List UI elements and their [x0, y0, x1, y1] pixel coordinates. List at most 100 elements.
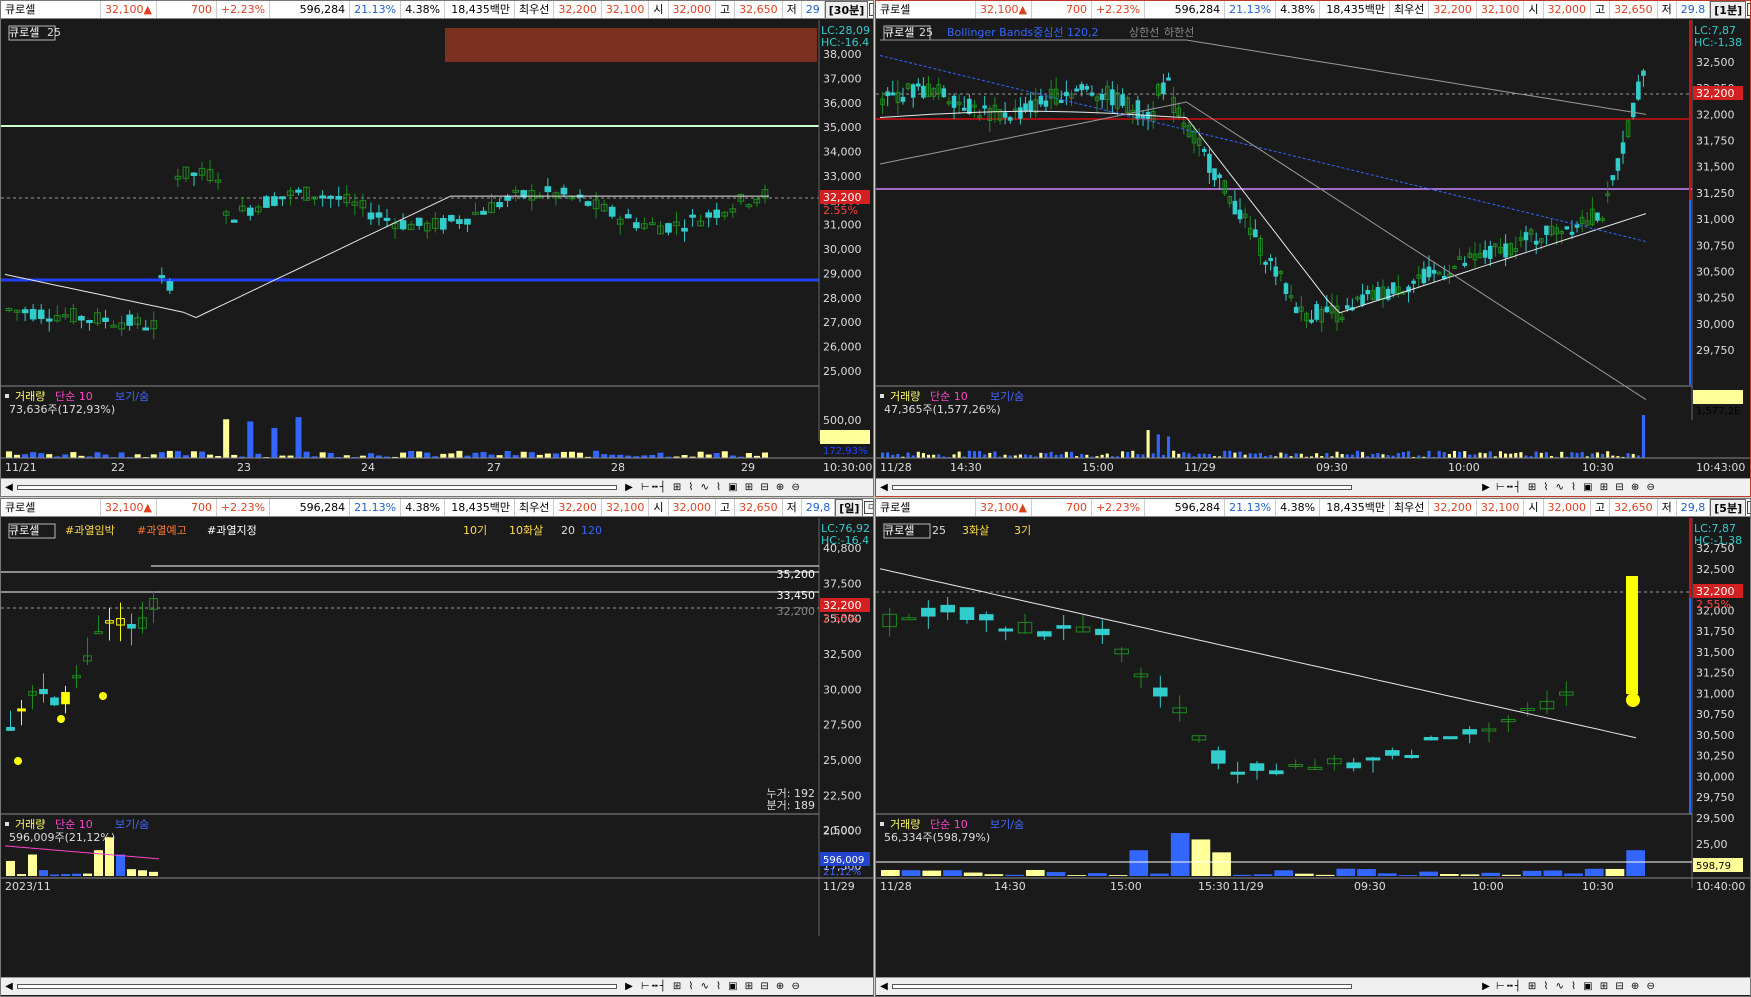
volume-bar [1463, 451, 1467, 458]
price-axis-label: 27,000 [823, 316, 862, 329]
volume-bar [480, 451, 487, 458]
scroll-right-icon[interactable]: ▶ [623, 980, 635, 993]
candle-body [1120, 94, 1125, 106]
volume-bar [1232, 874, 1252, 876]
chart-scrollbar[interactable]: ◀ ▶ ⊢╍┤ ⊞ ⌇ ∿ ⌇ ▣ ⊞ ⊟ ⊕ ⊖ [876, 977, 1750, 995]
volume-bar [1166, 436, 1171, 458]
price-axis-label: 32,750 [1696, 542, 1735, 555]
timeframe-label[interactable]: [일] [835, 499, 864, 516]
candle-body [383, 217, 391, 221]
volume-bar [1253, 453, 1257, 458]
price-axis-label: 29,750 [1696, 791, 1735, 804]
volume-bar [456, 450, 463, 458]
volume-bar [38, 453, 45, 458]
stock-name[interactable]: 큐로셀 [876, 1, 976, 18]
scroll-left-icon[interactable]: ◀ [878, 481, 890, 494]
candle-body [1099, 93, 1105, 100]
price-chart-30min[interactable]: 큐로셀 25 LC:28,09HC:-16.438,00037,00036,0003… [1, 20, 873, 477]
candle-body [1404, 754, 1419, 758]
price-chart-5min[interactable]: 큐로셀 25 3화살 3기 LC:7,87HC:-1,3832,75032,50032,… [876, 518, 1750, 978]
scroll-track[interactable] [892, 984, 1352, 989]
chart-scrollbar[interactable]: ◀ ▶ ⊢╍┤ ⊞ ⌇ ∿ ⌇ ▣ ⊞ ⊟ ⊕ ⊖ [1, 478, 873, 496]
candle-body [1385, 750, 1400, 756]
volume-bar [1141, 454, 1145, 458]
legend-item: 큐로셀 [884, 26, 914, 39]
volume-bar [1398, 875, 1418, 876]
scroll-left-icon[interactable]: ◀ [3, 481, 15, 494]
low-price: 29,8 [802, 499, 836, 516]
volume-bar [149, 871, 158, 876]
volume-tag [820, 430, 870, 444]
candle-body [1314, 304, 1319, 320]
volume-bar [116, 854, 125, 876]
volume-bar [223, 419, 230, 458]
volume-bar [72, 873, 81, 876]
scroll-left-icon[interactable]: ◀ [878, 980, 890, 993]
candle-body [50, 697, 59, 706]
price-chart-daily[interactable]: 큐로셀 #과열임박 #과열예고 #과열지정 10기 10화살 20 120 LC:76,92HC… [1, 518, 873, 978]
chart-toolbar[interactable]: ⊢╍┤ ⊞ ⌇ ∿ ⌇ ▣ ⊞ ⊟ ⊕ ⊖ [1496, 980, 1657, 993]
time-axis-label: 27 [487, 461, 501, 474]
timeframe-label[interactable]: [30분] [824, 1, 869, 18]
candle-body [1390, 282, 1396, 294]
volume-bar [1478, 452, 1482, 458]
candle-body [464, 218, 471, 225]
timeframe-label[interactable]: [1분] [1710, 1, 1747, 18]
candle-body [1074, 88, 1079, 92]
chart-toolbar[interactable]: ⊢╍┤ ⊞ ⌇ ∿ ⌇ ▣ ⊞ ⊟ ⊕ ⊖ [641, 481, 802, 494]
legend-bullet [880, 822, 884, 826]
volume-bar [937, 454, 941, 458]
volume: 596,284 [1145, 499, 1226, 516]
chart-panel-30min[interactable]: 큐로셀 32,100▲ 700 +2.23% 596,284 21.13% 4.… [0, 0, 874, 497]
volume-bar [1575, 453, 1579, 458]
price-tag-label: 32,200 [1696, 87, 1735, 100]
low-label: 저 [783, 499, 802, 516]
stock-name[interactable]: 큐로셀 [1, 1, 101, 18]
scroll-track[interactable] [17, 984, 617, 989]
price-axis-label: 31,500 [1696, 161, 1735, 174]
price-chart-1min[interactable]: 큐로셀 25 Bollinger Bands중심선 120,2 상한선 하한선 LC:7,… [876, 20, 1750, 477]
stock-name[interactable]: 큐로셀 [876, 499, 976, 516]
volume-bar [528, 452, 535, 458]
chart-panel-daily[interactable]: 큐로셀 32,100▲ 700 +2.23% 596,284 21.13% 4.… [0, 498, 874, 997]
ticker-bar: 큐로셀 32,100▲ 700 +2.23% 596,284 21.13% 4.… [876, 1, 1750, 19]
chart-toolbar[interactable]: ⊢╍┤ ⊞ ⌇ ∿ ⌇ ▣ ⊞ ⊟ ⊕ ⊖ [1496, 481, 1657, 494]
restore-icon[interactable]: ▫ [869, 3, 873, 16]
restore-icon[interactable]: ▫ [1747, 3, 1750, 16]
chart-panel-1min[interactable]: 큐로셀 32,100▲ 700 +2.23% 596,284 21.13% 4.… [875, 0, 1751, 497]
scroll-right-icon[interactable]: ▶ [1480, 481, 1492, 494]
volume-tag-label: 172,93% [823, 446, 868, 457]
scroll-left-icon[interactable]: ◀ [3, 980, 15, 993]
time-axis-label: 14:30 [950, 461, 982, 474]
signal-dot [14, 757, 22, 765]
volume-bar [1631, 453, 1635, 458]
chart-scrollbar[interactable]: ◀ ▶ ⊢╍┤ ⊞ ⌇ ∿ ⌇ ▣ ⊞ ⊟ ⊕ ⊖ [1, 977, 873, 995]
scroll-track[interactable] [17, 485, 617, 490]
chart-panel-5min[interactable]: 큐로셀 32,100▲ 700 +2.23% 596,284 21.13% 4.… [875, 498, 1751, 997]
scroll-right-icon[interactable]: ▶ [623, 481, 635, 494]
time-axis-label: 24 [361, 461, 375, 474]
volume-bar [1439, 874, 1459, 876]
restore-icon[interactable]: ▫ [864, 501, 873, 514]
scroll-track[interactable] [892, 485, 1352, 490]
volume-bar [978, 451, 982, 458]
chart-scrollbar[interactable]: ◀ ▶ ⊢╍┤ ⊞ ⌇ ∿ ⌇ ▣ ⊞ ⊟ ⊕ ⊖ [876, 478, 1750, 496]
ticker-bar: 큐로셀 32,100▲ 700 +2.23% 596,284 21.13% 4.… [1, 1, 873, 19]
volume-bar [1641, 415, 1645, 458]
restore-icon[interactable]: ▫ [1747, 501, 1750, 514]
amount: 18,435백만 [1320, 499, 1391, 516]
scroll-right-icon[interactable]: ▶ [1480, 980, 1492, 993]
chart-toolbar[interactable]: ⊢╍┤ ⊞ ⌇ ∿ ⌇ ▣ ⊞ ⊟ ⊕ ⊖ [641, 980, 802, 993]
volume-legend-item: 거래량 [15, 390, 45, 403]
candle-body [1346, 762, 1361, 769]
volume-bar [906, 452, 910, 458]
candle-body [1411, 280, 1416, 284]
volume-bar [30, 452, 37, 458]
timeframe-label[interactable]: [5분] [1710, 499, 1747, 516]
candle-body [230, 219, 238, 223]
candle-body [1038, 95, 1044, 105]
bid-price: 32,100 [1477, 1, 1525, 18]
price-tag-pct: 2.55% [823, 612, 858, 625]
candle-body [295, 189, 302, 193]
stock-name[interactable]: 큐로셀 [1, 499, 101, 516]
